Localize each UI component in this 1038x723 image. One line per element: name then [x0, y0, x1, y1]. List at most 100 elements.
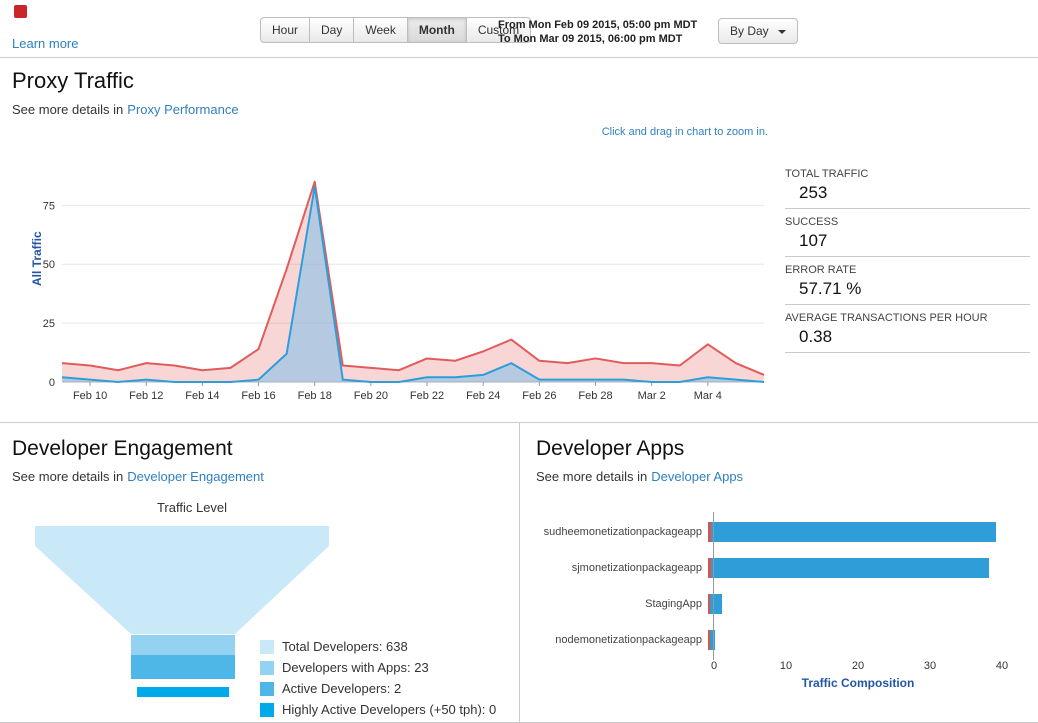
legend-label: Active Developers: 2 — [282, 681, 402, 696]
bar-axis-tick: 10 — [779, 660, 793, 672]
legend-item: Developers with Apps: 23 — [260, 657, 496, 678]
bar-axis-line — [713, 512, 714, 660]
developer-engagement-details: See more details in Developer Engagement — [12, 469, 507, 484]
stat-block: TOTAL TRAFFIC 253 — [785, 168, 1030, 209]
funnel-legend: Total Developers: 638 Developers with App… — [260, 636, 496, 720]
bar-label: sjmonetizationpackageapp — [571, 562, 702, 574]
bar-label: StagingApp — [645, 598, 702, 610]
legend-label: Developers with Apps: 23 — [282, 660, 429, 675]
stat-block: SUCCESS 107 — [785, 216, 1030, 257]
developer-engagement-section: Developer Engagement See more details in… — [0, 423, 520, 722]
bar-row: sjmonetizationpackageapp — [536, 550, 1022, 586]
bar-track — [708, 630, 716, 650]
proxy-traffic-details: See more details in Proxy Performance — [12, 102, 1038, 117]
learn-more-link[interactable]: Learn more — [12, 36, 78, 51]
bar-label: nodemonetizationpackageapp — [555, 634, 702, 646]
bar-track — [708, 522, 996, 542]
svg-text:Feb 28: Feb 28 — [578, 390, 612, 402]
developer-engagement-link[interactable]: Developer Engagement — [127, 469, 264, 484]
proxy-traffic-chart[interactable]: 0 25 50 75 Feb 10 Feb 12 Feb 14 Feb 16 Feb 18 Feb… — [18, 156, 770, 422]
date-range-to: To Mon Mar 09 2015, 06:00 pm MDT — [498, 33, 683, 45]
bar-row: StagingApp — [536, 586, 1022, 622]
bar-axis-tick: 20 — [851, 660, 865, 672]
bar-row: nodemonetizationpackageapp — [536, 622, 1022, 658]
x-axis-label: Traffic Composition — [801, 676, 915, 690]
details-prefix: See more details in — [536, 469, 648, 484]
by-day-dropdown[interactable]: By Day — [718, 18, 799, 44]
range-button-month[interactable]: Month — [406, 17, 466, 43]
caret-down-icon — [778, 29, 787, 34]
legend-swatch-icon — [260, 660, 274, 675]
svg-text:Feb 10: Feb 10 — [73, 390, 107, 402]
legend-swatch-icon — [260, 639, 274, 654]
bar-axis-tick: 30 — [923, 660, 937, 672]
svg-text:25: 25 — [43, 318, 55, 330]
legend-swatch-icon — [260, 702, 274, 717]
stat-value: 0.38 — [799, 327, 833, 346]
bar-label: sudheemonetizationpackageapp — [543, 526, 702, 538]
brand-icon — [14, 5, 27, 18]
stat-label: SUCCESS — [785, 216, 839, 228]
bar-axis-tick: 40 — [995, 660, 1009, 672]
svg-text:Feb 24: Feb 24 — [466, 390, 500, 402]
developer-apps-chart: sudheemonetizationpackageapp sjmonetizati… — [536, 512, 1022, 674]
bar-axis-tick: 0 — [710, 660, 718, 672]
bar-traffic-segment[interactable] — [710, 594, 723, 614]
bar-traffic-segment[interactable] — [710, 522, 996, 542]
funnel-area: Traffic Level Total Developers: 638 Devel… — [12, 500, 507, 717]
date-range-from: From Mon Feb 09 2015, 05:00 pm MDT — [498, 19, 698, 31]
stat-value: 57.71 % — [799, 279, 862, 298]
svg-text:Feb 18: Feb 18 — [298, 390, 332, 402]
stat-label: TOTAL TRAFFIC — [785, 168, 869, 180]
developer-apps-link[interactable]: Developer Apps — [651, 469, 743, 484]
details-prefix: See more details in — [12, 469, 124, 484]
zoom-hint: Click and drag in chart to zoom in. — [601, 126, 768, 138]
stat-value: 107 — [799, 231, 828, 250]
bar-traffic-segment[interactable] — [710, 558, 989, 578]
stats-panel: TOTAL TRAFFIC 253 SUCCESS 107 ERROR RATE 57.7… — [785, 168, 1030, 360]
bar-axis-ticks: 0 10 20 30 40 — [710, 660, 1022, 674]
stat-value: 253 — [799, 183, 828, 202]
svg-text:50: 50 — [43, 259, 55, 271]
date-range: From Mon Feb 09 2015, 05:00 pm MDT To Mo… — [498, 18, 697, 46]
range-button-group: Hour Day Week Month Custom — [260, 17, 532, 43]
legend-swatch-icon — [260, 681, 274, 696]
stat-block: AVERAGE TRANSACTIONS PER HOUR 0.38 — [785, 312, 1030, 353]
bar-row: sudheemonetizationpackageapp — [536, 514, 1022, 550]
svg-text:Feb 20: Feb 20 — [354, 390, 388, 402]
proxy-performance-link[interactable]: Proxy Performance — [127, 102, 238, 117]
developer-apps-details: See more details in Developer Apps — [536, 469, 1022, 484]
bar-rows: sudheemonetizationpackageapp sjmonetizati… — [536, 512, 1022, 660]
svg-text:Feb 14: Feb 14 — [185, 390, 219, 402]
svg-text:75: 75 — [43, 200, 55, 212]
svg-text:0: 0 — [49, 377, 55, 389]
range-button-hour[interactable]: Hour — [260, 17, 310, 43]
svg-text:Feb 26: Feb 26 — [522, 390, 556, 402]
range-button-day[interactable]: Day — [309, 17, 354, 43]
svg-text:Feb 12: Feb 12 — [129, 390, 163, 402]
developer-apps-title: Developer Apps — [536, 437, 685, 460]
details-prefix: See more details in — [12, 102, 124, 117]
legend-label: Total Developers: 638 — [282, 639, 408, 654]
bottom-sections: Developer Engagement See more details in… — [0, 423, 1038, 723]
stat-label: ERROR RATE — [785, 264, 857, 276]
svg-text:Mar 2: Mar 2 — [638, 390, 666, 402]
svg-text:Mar 4: Mar 4 — [694, 390, 722, 402]
bar-track — [708, 594, 723, 614]
developer-apps-section: Developer Apps See more details in Develo… — [520, 423, 1038, 722]
proxy-traffic-section: Proxy Traffic See more details in Proxy P… — [0, 68, 1038, 423]
stat-label: AVERAGE TRANSACTIONS PER HOUR — [785, 312, 988, 324]
bar-track — [708, 558, 989, 578]
proxy-traffic-title: Proxy Traffic — [12, 68, 134, 93]
by-day-label: By Day — [730, 24, 769, 38]
legend-label: Highly Active Developers (+50 tph): 0 — [282, 702, 497, 717]
range-button-week[interactable]: Week — [353, 17, 407, 43]
topbar: Learn more Hour Day Week Month Custom From M… — [0, 0, 1038, 58]
svg-text:Feb 16: Feb 16 — [241, 390, 275, 402]
developer-engagement-title: Developer Engagement — [12, 437, 233, 460]
svg-text:Feb 22: Feb 22 — [410, 390, 444, 402]
stat-block: ERROR RATE 57.71 % — [785, 264, 1030, 305]
legend-item: Active Developers: 2 — [260, 678, 496, 699]
legend-item: Total Developers: 638 — [260, 636, 496, 657]
funnel-title: Traffic Level — [156, 500, 228, 515]
